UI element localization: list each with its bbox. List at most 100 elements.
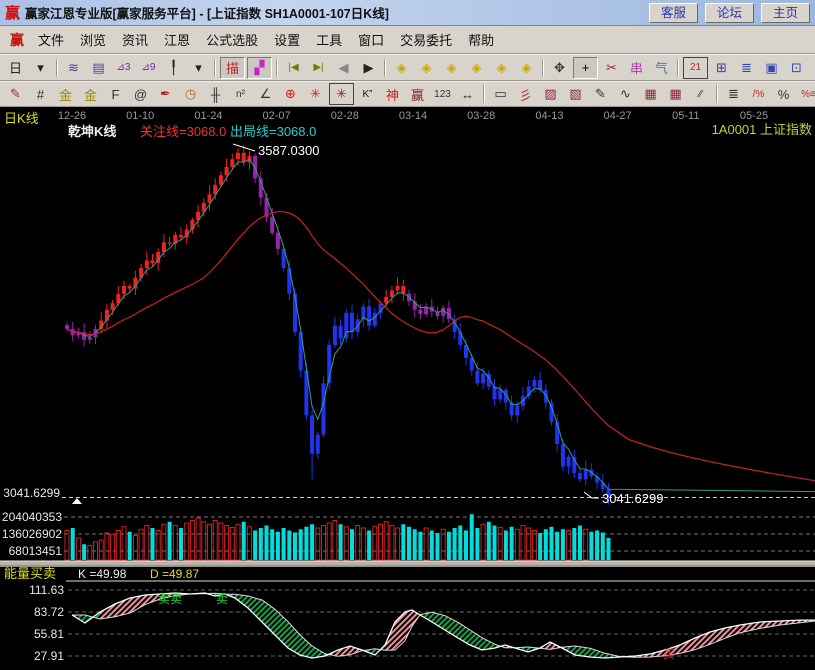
volume-3-icon[interactable]: ⊿3 bbox=[112, 58, 135, 78]
fan-box-icon[interactable]: ▨ bbox=[539, 84, 562, 104]
angle-tool-icon[interactable]: ∠ bbox=[254, 84, 277, 104]
fan-lines-icon[interactable]: 彡 bbox=[514, 84, 537, 104]
gann-gold-grid2-icon[interactable]: 金 bbox=[79, 84, 102, 104]
menu-item-交易委托[interactable]: 交易委托 bbox=[392, 30, 460, 49]
target-icon[interactable]: ⊕ bbox=[279, 84, 302, 104]
menu-item-江恩[interactable]: 江恩 bbox=[156, 30, 198, 49]
volume-bar-up bbox=[225, 526, 229, 561]
percent-lines-icon[interactable]: %≡ bbox=[797, 84, 815, 104]
scale-chart-icon[interactable]: ≣ bbox=[722, 84, 745, 104]
grid-tool-icon[interactable]: # bbox=[29, 84, 52, 104]
save-icon[interactable]: ▣ bbox=[760, 58, 783, 78]
select-box-icon[interactable]: ▭ bbox=[489, 84, 512, 104]
grid-fan-icon[interactable]: ▧ bbox=[564, 84, 587, 104]
volume-bar-down bbox=[504, 531, 508, 561]
stamp-tool-icon[interactable]: 串 bbox=[625, 58, 648, 78]
last-price-annotation: 3041.6299 bbox=[602, 491, 663, 506]
spiral-icon[interactable]: @ bbox=[129, 84, 152, 104]
zigzag-icon[interactable]: ∿ bbox=[614, 84, 637, 104]
fibonacci-icon[interactable]: F bbox=[104, 84, 127, 104]
parallel-lines-icon[interactable]: ∕∕ bbox=[689, 84, 712, 104]
volume-bar-up bbox=[99, 540, 103, 560]
menu-item-设置[interactable]: 设置 bbox=[266, 30, 308, 49]
chart-area[interactable]: 12-2601-1001-2402-0702-2803-1403-2804-13… bbox=[0, 107, 815, 670]
volume-bar-down bbox=[293, 533, 297, 561]
volume-bar-down bbox=[464, 531, 468, 561]
calculator-icon[interactable]: ⊞ bbox=[710, 58, 733, 78]
menu-item-浏览[interactable]: 浏览 bbox=[72, 30, 114, 49]
gann-shift-right-icon[interactable]: ◈ bbox=[415, 58, 438, 78]
f10-info-icon[interactable]: ▤ bbox=[87, 58, 110, 78]
thin-candle-icon[interactable]: ╿ bbox=[162, 58, 185, 78]
gann-fit-icon[interactable]: ◈ bbox=[515, 58, 538, 78]
tick-ruler-icon[interactable]: ╫ bbox=[204, 84, 227, 104]
gann-shift-left-icon[interactable]: ◈ bbox=[390, 58, 413, 78]
kline-period-dropdown-icon[interactable]: ▾ bbox=[29, 58, 52, 78]
kd-rising-band bbox=[405, 610, 412, 641]
volume-bar-down bbox=[339, 524, 343, 560]
gann-expand-icon[interactable]: ◈ bbox=[440, 58, 463, 78]
next-bar-icon[interactable]: ▶ bbox=[357, 58, 380, 78]
menu-item-窗口[interactable]: 窗口 bbox=[350, 30, 392, 49]
gann-gold-grid-icon[interactable]: 金 bbox=[54, 84, 77, 104]
trend-overlay-icon[interactable]: ≋ bbox=[62, 58, 85, 78]
volume-bar-up bbox=[185, 523, 189, 560]
date-label: 04-27 bbox=[604, 110, 632, 122]
home-button[interactable]: 主页 bbox=[761, 3, 810, 23]
ying-tool-icon[interactable]: 赢 bbox=[406, 84, 429, 104]
menu-item-文件[interactable]: 文件 bbox=[30, 30, 72, 49]
date-label: 03-28 bbox=[467, 110, 495, 122]
candle-body bbox=[179, 235, 183, 238]
time-cycle-icon[interactable]: ◷ bbox=[179, 84, 202, 104]
dense-grid-corner-icon[interactable]: ▦ bbox=[664, 84, 687, 104]
gann-web-icon[interactable]: ✳ bbox=[304, 84, 327, 104]
shen-tool-icon[interactable]: 神 bbox=[381, 84, 404, 104]
draw-lines-icon[interactable]: ✎ bbox=[589, 84, 612, 104]
calendar-icon[interactable]: 21 bbox=[683, 57, 708, 79]
menu-item-公式选股[interactable]: 公式选股 bbox=[198, 30, 266, 49]
pattern-select-icon[interactable]: 描 bbox=[220, 57, 245, 79]
memo-icon[interactable]: ≣ bbox=[735, 58, 758, 78]
pen-icon[interactable]: ✒ bbox=[154, 84, 177, 104]
brush-icon[interactable]: ✎ bbox=[4, 84, 27, 104]
volume-axis-label: 204040353 bbox=[2, 510, 62, 524]
volume-9-icon[interactable]: ⊿9 bbox=[137, 58, 160, 78]
hand-tool-icon[interactable]: ✥ bbox=[548, 58, 571, 78]
dense-grid-icon[interactable]: ▦ bbox=[639, 84, 662, 104]
gann-web-box-icon[interactable]: ✳ bbox=[329, 83, 354, 105]
erase-line-icon[interactable]: ✂ bbox=[600, 58, 623, 78]
prev-bar-icon[interactable]: ◀ bbox=[332, 58, 355, 78]
menu-item-工具[interactable]: 工具 bbox=[308, 30, 350, 49]
volume-bar-down bbox=[487, 522, 491, 560]
volume-bar-down bbox=[510, 527, 514, 560]
color-kline-icon[interactable]: ▞ bbox=[247, 57, 272, 79]
menu-item-资讯[interactable]: 资讯 bbox=[114, 30, 156, 49]
first-page-icon[interactable]: |◀ bbox=[282, 58, 305, 78]
candle-body bbox=[111, 303, 115, 309]
volume-bar-up bbox=[373, 527, 377, 560]
dragon-tool-icon[interactable]: 气 bbox=[650, 58, 673, 78]
forum-button[interactable]: 论坛 bbox=[705, 3, 754, 23]
square-n2-icon[interactable]: n² bbox=[229, 84, 252, 104]
period-tab-label[interactable]: 日K线 bbox=[4, 111, 39, 126]
candle-body bbox=[515, 406, 519, 416]
service-button[interactable]: 客服 bbox=[649, 3, 698, 23]
menu-item-帮助[interactable]: 帮助 bbox=[460, 30, 502, 49]
print-icon[interactable]: ▥ bbox=[810, 58, 815, 78]
crosshair-tool-icon[interactable]: + bbox=[573, 57, 598, 79]
percent-slope-icon[interactable]: /% bbox=[747, 84, 770, 104]
candle-body bbox=[162, 242, 166, 252]
width-arrows-icon[interactable]: ↔ bbox=[456, 84, 479, 104]
kline-count-icon[interactable]: K” bbox=[356, 84, 379, 104]
candle-body bbox=[322, 383, 326, 434]
grid-123-icon[interactable]: 123 bbox=[431, 84, 454, 104]
windows-globe-icon[interactable]: ⊡ bbox=[785, 58, 808, 78]
percent-icon[interactable]: % bbox=[772, 84, 795, 104]
indicator-name-label[interactable]: 能量买卖 bbox=[4, 566, 56, 581]
gann-center-icon[interactable]: ◈ bbox=[490, 58, 513, 78]
volume-bar-down bbox=[299, 529, 303, 560]
thin-candle-dropdown-icon[interactable]: ▾ bbox=[187, 58, 210, 78]
gann-compress-icon[interactable]: ◈ bbox=[465, 58, 488, 78]
last-page-icon[interactable]: ▶| bbox=[307, 58, 330, 78]
kline-period-icon[interactable]: 日 bbox=[4, 58, 27, 78]
